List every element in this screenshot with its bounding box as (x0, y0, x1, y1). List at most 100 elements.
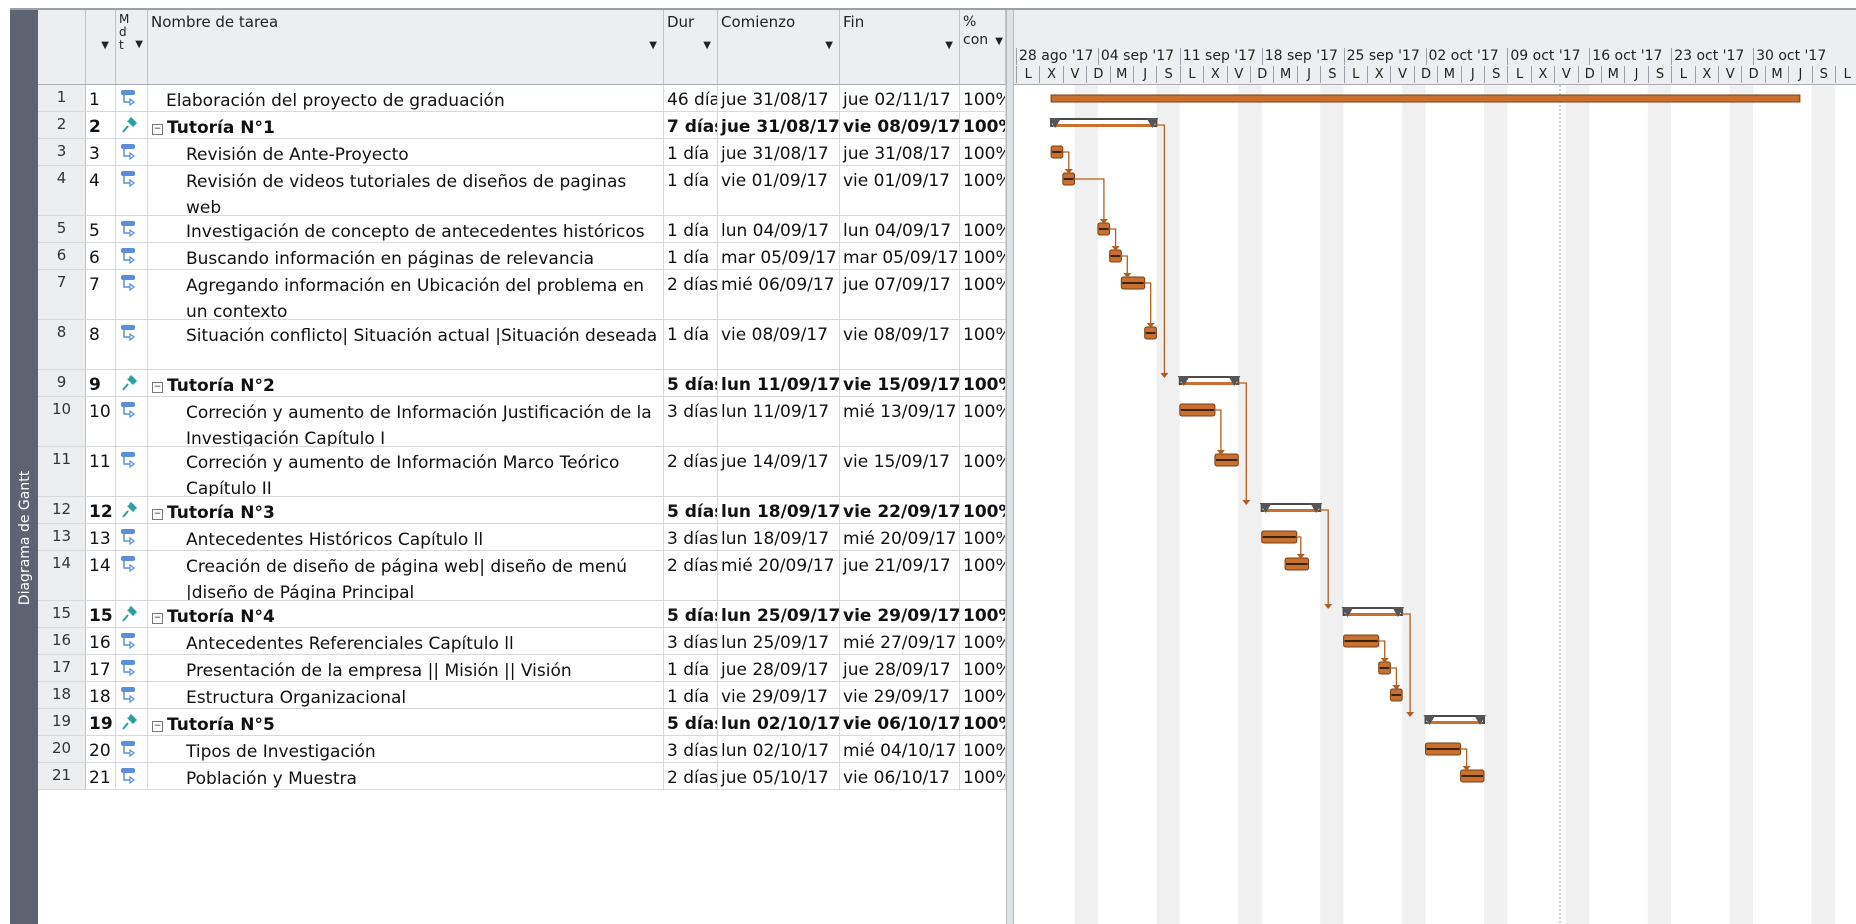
task-start-cell[interactable]: lun 18/09/17 (718, 497, 840, 523)
row-number[interactable]: 20 (38, 736, 86, 762)
task-start-cell[interactable]: lun 25/09/17 (718, 601, 840, 627)
task-start-cell[interactable]: jue 31/08/17 (718, 85, 840, 111)
task-row[interactable]: 8 8 Situación conflicto| Situación actual … (38, 320, 1006, 370)
task-mode-cell[interactable] (116, 447, 148, 496)
task-id-cell[interactable]: 7 (86, 270, 116, 319)
task-dur-cell[interactable]: 3 días (664, 524, 718, 550)
task-start-cell[interactable]: vie 08/09/17 (718, 320, 840, 369)
task-dur-cell[interactable]: 2 días (664, 763, 718, 789)
task-start-cell[interactable]: jue 05/10/17 (718, 763, 840, 789)
task-mode-cell[interactable] (116, 85, 148, 111)
task-mode-cell[interactable] (116, 216, 148, 242)
task-dur-cell[interactable]: 2 días (664, 270, 718, 319)
task-pct-cell[interactable]: 100% (960, 320, 1006, 369)
task-start-cell[interactable]: jue 31/08/17 (718, 112, 840, 138)
task-pct-cell[interactable]: 100% (960, 628, 1006, 654)
column-header-start[interactable]: Comienzo ▼ (718, 10, 840, 85)
task-pct-cell[interactable]: 100% (960, 397, 1006, 446)
task-name-cell[interactable]: Elaboración del proyecto de graduación (148, 85, 664, 111)
chevron-down-icon[interactable]: ▼ (825, 40, 833, 51)
task-id-cell[interactable]: 16 (86, 628, 116, 654)
task-id-cell[interactable]: 5 (86, 216, 116, 242)
task-mode-cell[interactable] (116, 397, 148, 446)
task-dur-cell[interactable]: 1 día (664, 655, 718, 681)
task-mode-cell[interactable] (116, 551, 148, 600)
task-row[interactable]: 4 4 Revisión de videos tutoriales de diseñ… (38, 166, 1006, 216)
task-finish-cell[interactable]: mié 27/09/17 (840, 628, 960, 654)
task-finish-cell[interactable]: jue 31/08/17 (840, 139, 960, 165)
task-dur-cell[interactable]: 1 día (664, 682, 718, 708)
task-id-cell[interactable]: 4 (86, 166, 116, 215)
row-number[interactable]: 12 (38, 497, 86, 523)
task-pct-cell[interactable]: 100% (960, 112, 1006, 138)
task-id-cell[interactable]: 21 (86, 763, 116, 789)
task-finish-cell[interactable]: vie 08/09/17 (840, 320, 960, 369)
column-header-name[interactable]: Nombre de tarea ▼ (148, 10, 664, 85)
task-pct-cell[interactable]: 100% (960, 447, 1006, 496)
task-name-cell[interactable]: Antecedentes Referenciales Capítulo ll (148, 628, 664, 654)
task-pct-cell[interactable]: 100% (960, 551, 1006, 600)
chevron-down-icon[interactable]: ▼ (995, 33, 1003, 51)
task-start-cell[interactable]: jue 31/08/17 (718, 139, 840, 165)
task-mode-cell[interactable] (116, 270, 148, 319)
task-dur-cell[interactable]: 5 días (664, 370, 718, 396)
task-finish-cell[interactable]: vie 29/09/17 (840, 682, 960, 708)
task-name-cell[interactable]: Investigación de concepto de antecedente… (148, 216, 664, 242)
collapse-toggle-icon[interactable]: − (152, 382, 163, 393)
task-id-cell[interactable]: 20 (86, 736, 116, 762)
task-id-cell[interactable]: 8 (86, 320, 116, 369)
row-number[interactable]: 16 (38, 628, 86, 654)
row-number[interactable]: 6 (38, 243, 86, 269)
task-row[interactable]: 16 16 Antecedentes Referenciales Capítulo … (38, 628, 1006, 655)
task-dur-cell[interactable]: 5 días (664, 497, 718, 523)
pane-splitter[interactable] (1006, 10, 1014, 924)
task-dur-cell[interactable]: 1 día (664, 139, 718, 165)
task-id-cell[interactable]: 12 (86, 497, 116, 523)
task-dur-cell[interactable]: 7 días (664, 112, 718, 138)
task-name-cell[interactable]: Presentación de la empresa || Misión || … (148, 655, 664, 681)
task-dur-cell[interactable]: 3 días (664, 628, 718, 654)
task-id-cell[interactable]: 17 (86, 655, 116, 681)
collapse-toggle-icon[interactable]: − (152, 509, 163, 520)
task-name-cell[interactable]: − Tutoría N°2 (148, 370, 664, 396)
task-mode-cell[interactable] (116, 763, 148, 789)
task-start-cell[interactable]: lun 11/09/17 (718, 397, 840, 446)
task-name-cell[interactable]: − Tutoría N°1 (148, 112, 664, 138)
task-finish-cell[interactable]: mié 13/09/17 (840, 397, 960, 446)
task-id-cell[interactable]: 3 (86, 139, 116, 165)
task-id-cell[interactable]: 11 (86, 447, 116, 496)
column-header-finish[interactable]: Fin ▼ (840, 10, 960, 85)
collapse-toggle-icon[interactable]: − (152, 124, 163, 135)
task-start-cell[interactable]: lun 02/10/17 (718, 709, 840, 735)
task-id-cell[interactable]: 10 (86, 397, 116, 446)
task-start-cell[interactable]: jue 28/09/17 (718, 655, 840, 681)
row-number[interactable]: 3 (38, 139, 86, 165)
chevron-down-icon[interactable]: ▼ (649, 40, 657, 51)
task-pct-cell[interactable]: 100% (960, 370, 1006, 396)
task-dur-cell[interactable]: 1 día (664, 320, 718, 369)
task-pct-cell[interactable]: 100% (960, 524, 1006, 550)
task-id-cell[interactable]: 1 (86, 85, 116, 111)
column-header-mode[interactable]: M d t ▼ (116, 10, 148, 85)
task-dur-cell[interactable]: 1 día (664, 216, 718, 242)
summary-task-row[interactable]: 1212−Tutoría N°35 díaslun 18/09/17vie 22… (38, 497, 1006, 524)
task-dur-cell[interactable]: 2 días (664, 551, 718, 600)
task-pct-cell[interactable]: 100% (960, 166, 1006, 215)
task-start-cell[interactable]: lun 11/09/17 (718, 370, 840, 396)
task-start-cell[interactable]: lun 18/09/17 (718, 524, 840, 550)
task-pct-cell[interactable]: 100% (960, 216, 1006, 242)
task-id-cell[interactable]: 9 (86, 370, 116, 396)
task-dur-cell[interactable]: 1 día (664, 243, 718, 269)
task-name-cell[interactable]: Correción y aumento de Información Justi… (148, 397, 664, 446)
row-number[interactable]: 17 (38, 655, 86, 681)
task-row[interactable]: 7 7 Agregando información en Ubicación del… (38, 270, 1006, 320)
task-id-cell[interactable]: 19 (86, 709, 116, 735)
task-row[interactable]: 1 1 Elaboración del proyecto de graduación… (38, 85, 1006, 112)
task-mode-cell[interactable] (116, 524, 148, 550)
summary-task-row[interactable]: 1515−Tutoría N°45 díaslun 25/09/17vie 29… (38, 601, 1006, 628)
chevron-down-icon[interactable]: ▼ (945, 40, 953, 51)
task-start-cell[interactable]: lun 02/10/17 (718, 736, 840, 762)
task-mode-cell[interactable] (116, 628, 148, 654)
task-finish-cell[interactable]: vie 08/09/17 (840, 112, 960, 138)
task-finish-cell[interactable]: mié 04/10/17 (840, 736, 960, 762)
